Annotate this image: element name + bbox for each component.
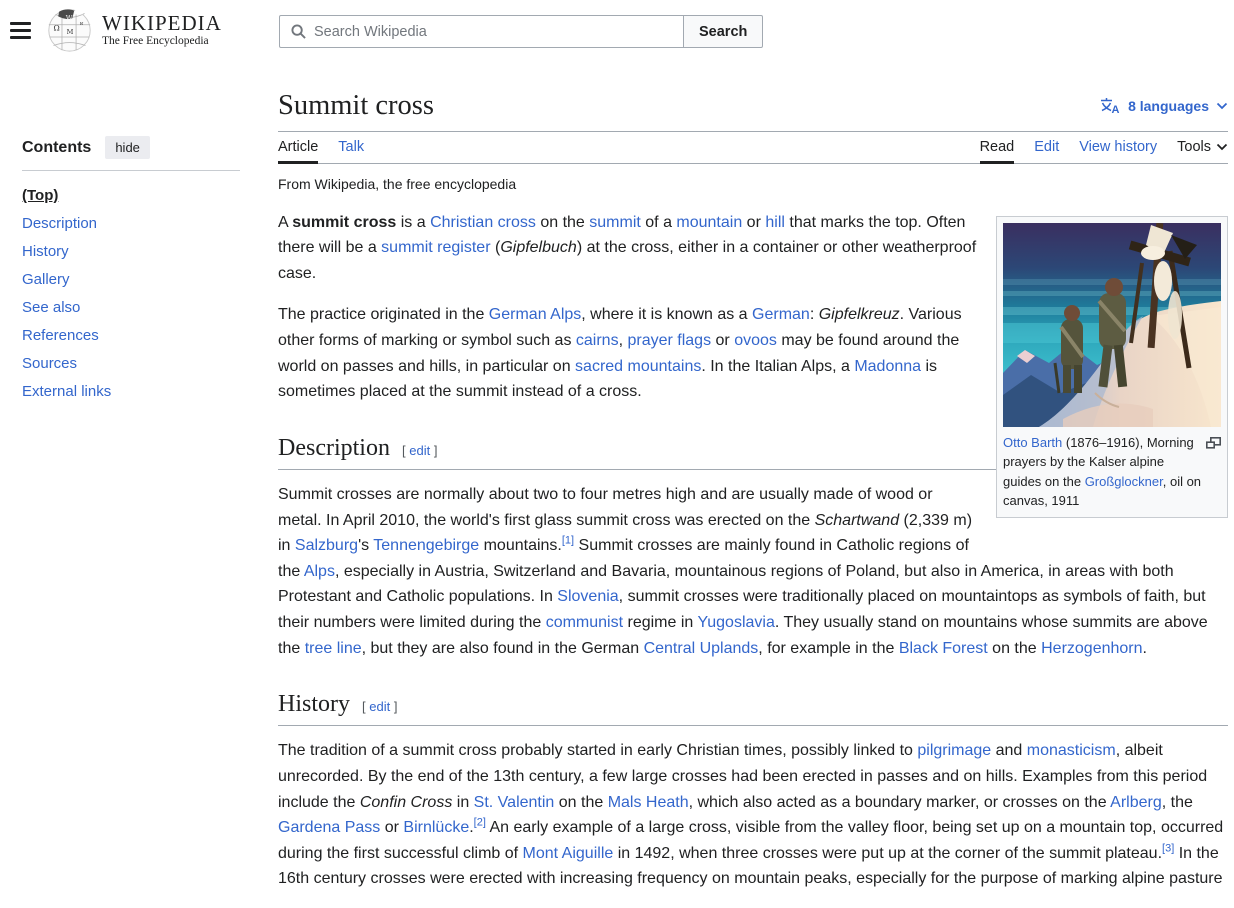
edit-section: [ edit ] <box>402 443 437 458</box>
wiki-link[interactable]: Otto Barth <box>1003 435 1062 450</box>
wiki-link[interactable]: Yugoslavia <box>697 614 774 631</box>
article-tab-bar: Article Talk Read Edit View history Tool… <box>278 132 1228 164</box>
wiki-link[interactable]: Arlberg <box>1110 794 1162 811</box>
translate-icon: A <box>1100 97 1121 114</box>
wiki-link[interactable]: monasticism <box>1027 742 1116 759</box>
tab-view-history[interactable]: View history <box>1079 132 1157 163</box>
chevron-down-icon <box>1216 143 1228 151</box>
magnify-expand-icon[interactable] <box>1206 435 1221 455</box>
reference-link[interactable]: [2] <box>474 817 486 829</box>
tab-edit[interactable]: Edit <box>1034 132 1059 163</box>
wiki-link[interactable]: communist <box>546 614 623 631</box>
caption-text: Otto Barth (1876–1916), Morning prayers … <box>1003 435 1201 509</box>
thumbnail-caption: Otto Barth (1876–1916), Morning prayers … <box>1003 433 1221 511</box>
toc-title: Contents <box>22 139 91 157</box>
section-heading-history: History[ edit ] <box>278 689 1228 726</box>
article-body: Otto Barth (1876–1916), Morning prayers … <box>278 210 1228 892</box>
wiki-link[interactable]: Black Forest <box>899 640 988 657</box>
wiki-link[interactable]: summit <box>589 214 641 231</box>
title-row: Summit cross A 8 languages <box>278 88 1228 132</box>
edit-section: [ edit ] <box>362 699 397 714</box>
toc-list: (Top) Description History Gallery See al… <box>22 182 240 406</box>
toc-item-references[interactable]: References <box>22 322 240 350</box>
tab-talk[interactable]: Talk <box>338 132 364 163</box>
wiki-link[interactable]: Gardena Pass <box>278 819 380 836</box>
reference-link[interactable]: [3] <box>1162 842 1174 854</box>
wiki-link[interactable]: Christian cross <box>430 214 536 231</box>
toc-hide-button[interactable]: hide <box>105 136 150 159</box>
edit-link[interactable]: edit <box>369 699 390 714</box>
logo-text: WIKIPEDIA The Free Encyclopedia <box>102 12 222 47</box>
article-subtitle: From Wikipedia, the free encyclopedia <box>278 176 1228 192</box>
chevron-down-icon <box>1216 102 1228 110</box>
wiki-link[interactable]: pilgrimage <box>917 742 991 759</box>
table-of-contents: Contents hide (Top) Description History … <box>22 136 240 406</box>
toc-item-external-links[interactable]: External links <box>22 378 240 406</box>
tab-read[interactable]: Read <box>980 132 1015 163</box>
logo-tagline: The Free Encyclopedia <box>102 35 222 47</box>
toc-item-top[interactable]: (Top) <box>22 182 240 210</box>
wiki-link[interactable]: cairns <box>576 332 619 349</box>
wiki-link[interactable]: Mont Aiguille <box>523 845 614 862</box>
search-button[interactable]: Search <box>683 15 763 48</box>
toc-item-description[interactable]: Description <box>22 210 240 238</box>
toc-item-gallery[interactable]: Gallery <box>22 266 240 294</box>
article-content: Summit cross A 8 languages Article <box>278 88 1228 908</box>
tabs-left: Article Talk <box>278 132 364 163</box>
wiki-link[interactable]: mountain <box>676 214 742 231</box>
wiki-link[interactable]: St. Valentin <box>474 794 555 811</box>
wiki-link[interactable]: Salzburg <box>295 537 358 554</box>
tab-article[interactable]: Article <box>278 132 318 163</box>
wiki-link[interactable]: Großglockner <box>1085 474 1163 489</box>
svg-text:W: W <box>66 14 73 22</box>
wikipedia-globe-logo: Ω W M ʁ <box>46 6 93 53</box>
wiki-link[interactable]: prayer flags <box>627 332 711 349</box>
wiki-link[interactable]: German <box>752 306 810 323</box>
languages-button[interactable]: A 8 languages <box>1100 97 1228 114</box>
site-header: Ω W M ʁ WIKIPEDIA The Free Encyclopedia … <box>0 0 1234 64</box>
wiki-link[interactable]: Herzogenhorn <box>1041 640 1142 657</box>
wiki-link[interactable]: Mals Heath <box>608 794 689 811</box>
wiki-link[interactable]: sacred mountains <box>575 358 701 375</box>
toc-item-see-also[interactable]: See also <box>22 294 240 322</box>
search-icon <box>291 24 306 39</box>
infobox-thumbnail: Otto Barth (1876–1916), Morning prayers … <box>996 216 1228 518</box>
wiki-link[interactable]: tree line <box>305 640 362 657</box>
search-bar: Search <box>279 15 763 48</box>
tabs-right: Read Edit View history Tools <box>980 132 1228 163</box>
toc-item-history[interactable]: History <box>22 238 240 266</box>
toc-item-sources[interactable]: Sources <box>22 350 240 378</box>
wiki-link[interactable]: Birnlücke <box>403 819 469 836</box>
wiki-link[interactable]: hill <box>765 214 785 231</box>
summit-cross-painting[interactable] <box>1003 223 1221 427</box>
history-paragraph: The tradition of a summit cross probably… <box>278 738 1228 892</box>
wikipedia-logo[interactable]: Ω W M ʁ WIKIPEDIA The Free Encyclopedia <box>46 6 222 53</box>
wiki-link[interactable]: Slovenia <box>557 588 618 605</box>
reference-link[interactable]: [1] <box>562 535 574 547</box>
main-menu-icon[interactable] <box>10 22 31 39</box>
tab-tools[interactable]: Tools <box>1177 132 1228 163</box>
wiki-link[interactable]: Alps <box>304 563 335 580</box>
wiki-link[interactable]: summit register <box>381 239 490 256</box>
languages-label: 8 languages <box>1128 98 1209 114</box>
wiki-link[interactable]: Madonna <box>854 358 921 375</box>
svg-text:M: M <box>67 28 74 36</box>
toc-header: Contents hide <box>22 136 240 171</box>
wiki-link[interactable]: Central Uplands <box>644 640 759 657</box>
wiki-link[interactable]: German Alps <box>489 306 581 323</box>
svg-text:Ω: Ω <box>54 23 60 32</box>
logo-title: WIKIPEDIA <box>102 12 222 35</box>
search-input[interactable] <box>314 24 683 40</box>
edit-link[interactable]: edit <box>409 443 430 458</box>
wiki-link[interactable]: ovoos <box>734 332 777 349</box>
page-title: Summit cross <box>278 88 434 124</box>
svg-text:A: A <box>1112 104 1120 114</box>
search-input-wrap <box>279 15 684 48</box>
wiki-link[interactable]: Tennengebirge <box>373 537 479 554</box>
